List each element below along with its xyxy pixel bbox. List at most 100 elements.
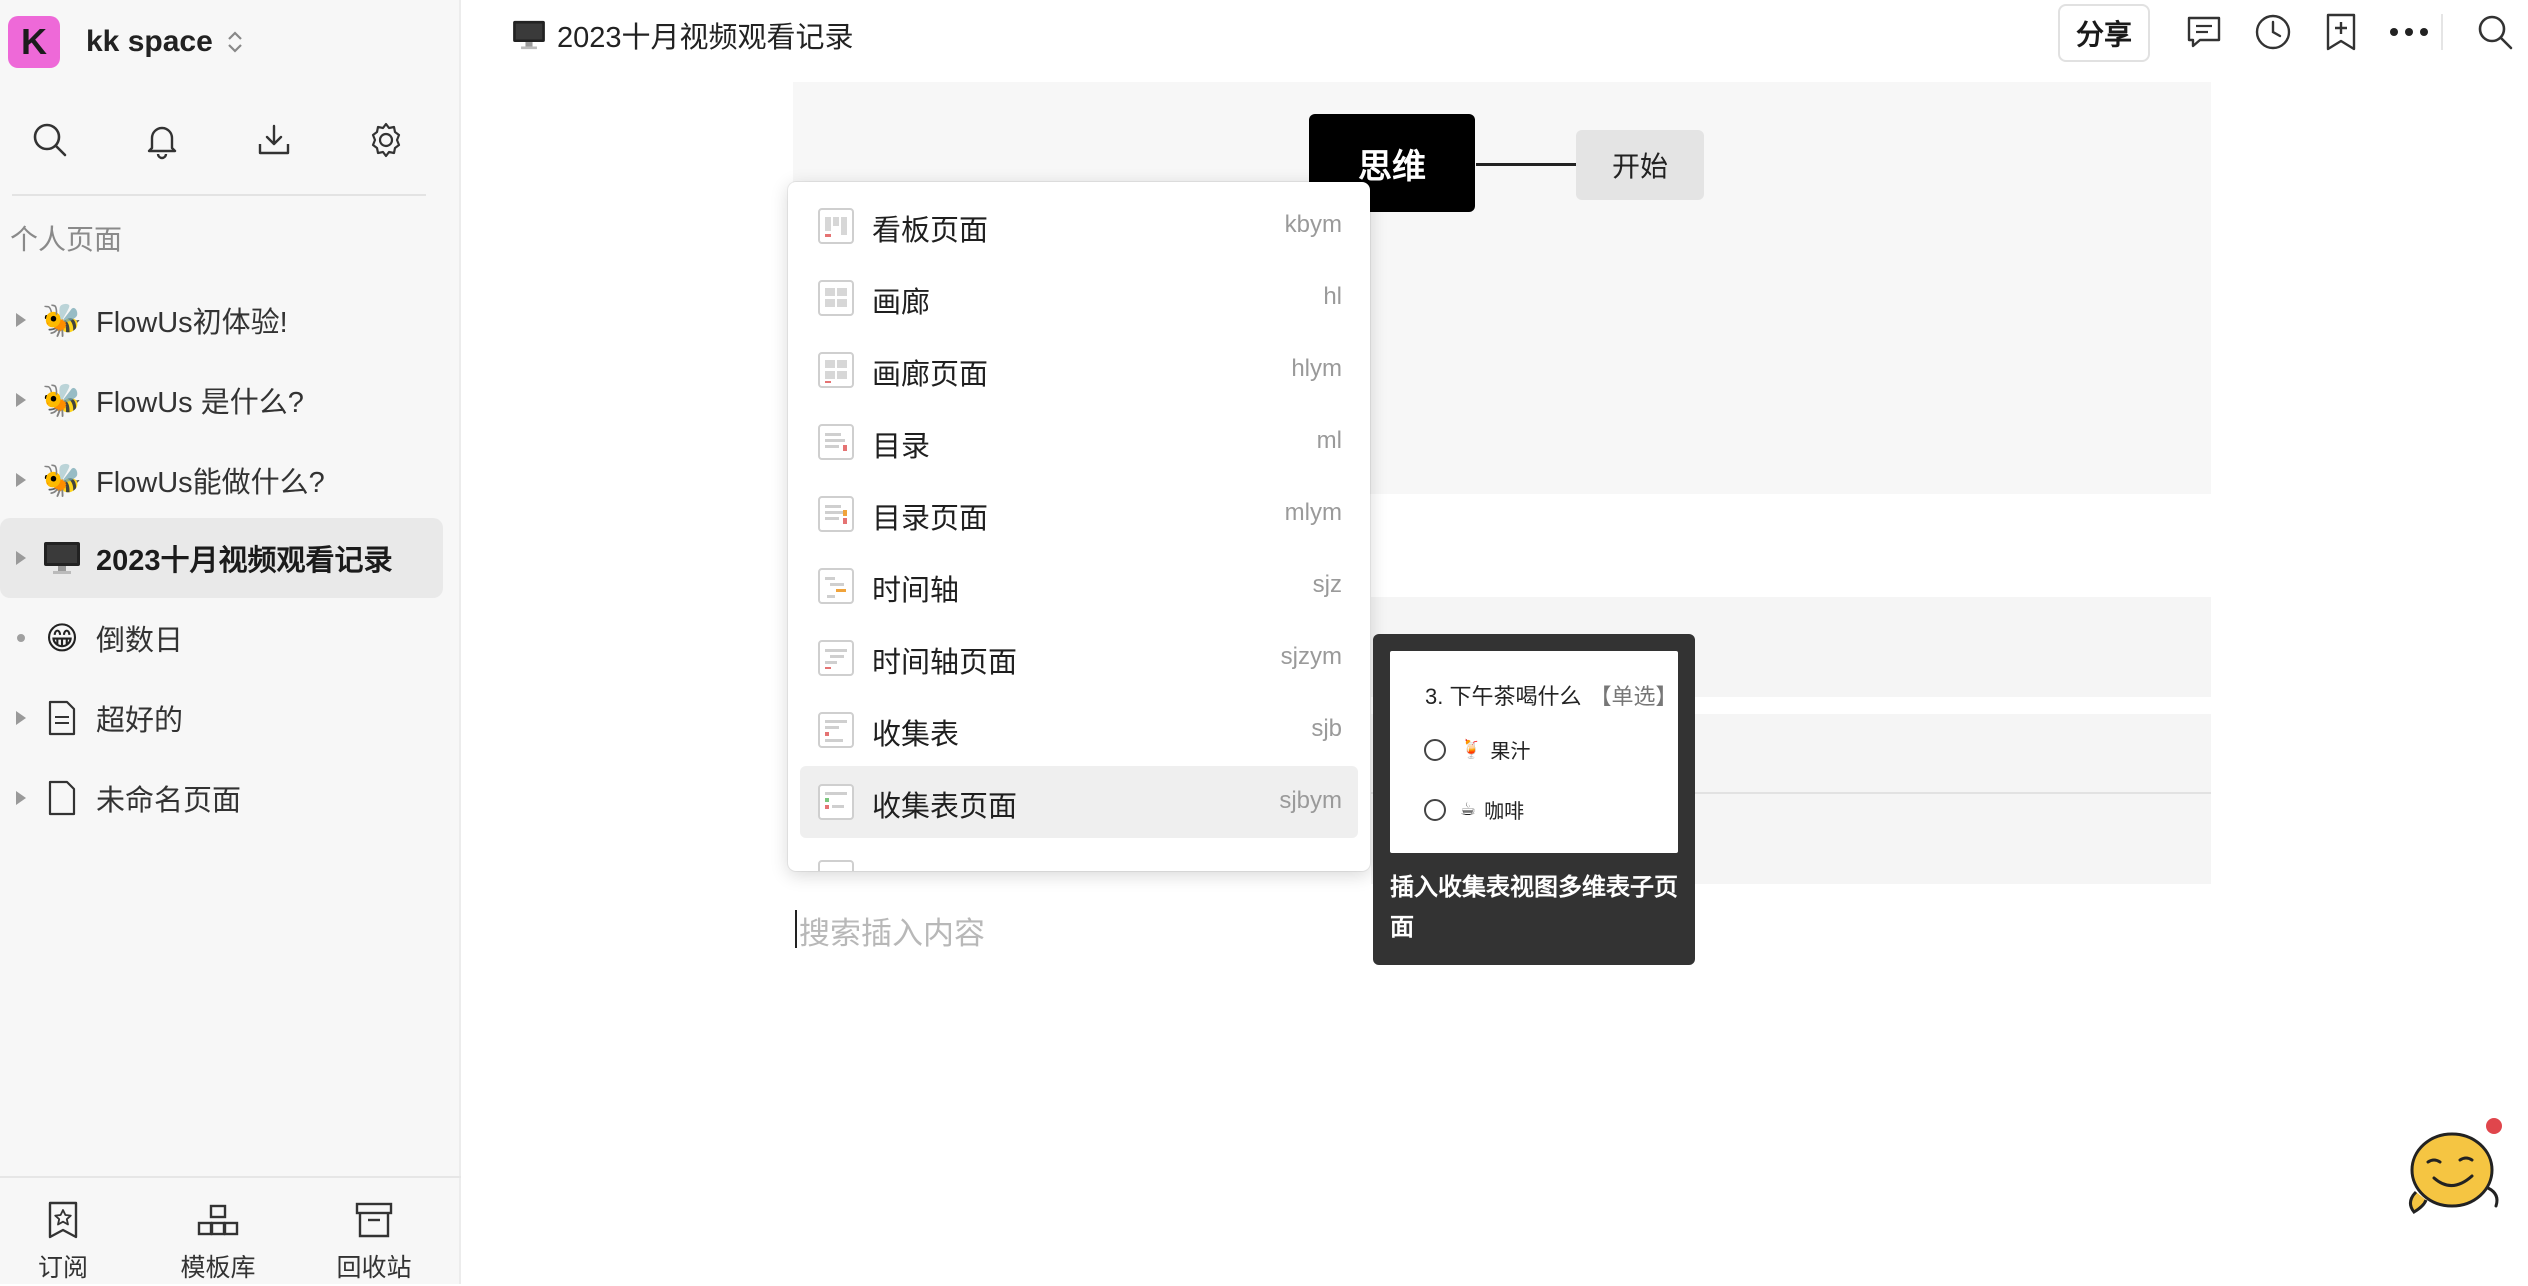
workspace-name: kk space [86,25,213,58]
sidebar-item-label: FlowUs初体验! [96,307,288,339]
expand-arrow-icon[interactable] [16,551,26,565]
menu-item-label: 时间轴 [872,575,960,607]
bell-icon[interactable] [134,112,190,168]
menu-item-gallery-page[interactable]: 画廊页面 hlym [800,334,1358,406]
menu-item-shortcut: hl [1323,283,1342,310]
top-bar: 2023十月视频观看记录 分享 [461,0,2528,68]
bookmark-add-icon[interactable] [2321,12,2361,52]
partial-item-icon [818,860,854,871]
sidebar-item-untitled[interactable]: 未命名页面 [0,758,443,838]
section-title: 个人页面 [10,224,123,255]
menu-item-label: 时间轴页面 [872,647,1018,679]
trash-label: 回收站 [336,1254,412,1282]
sidebar-item-label: FlowUs 是什么? [96,387,304,419]
menu-item-form-page[interactable]: 收集表页面 sjbym [800,766,1358,838]
kanban-page-icon [818,208,854,244]
sidebar-item-video-log[interactable]: 2023十月视频观看记录 [0,518,443,598]
chevron-updown-icon [228,31,242,53]
radio-icon [1424,798,1446,821]
menu-item-shortcut: kbym [1284,211,1342,238]
sidebar-item-label: 倒数日 [96,625,184,657]
history-icon[interactable] [2253,12,2293,52]
more-icon[interactable] [2389,12,2429,52]
text-cursor [795,910,797,948]
menu-item-toc[interactable]: 目录 ml [800,406,1358,478]
toolbar-divider [2441,14,2443,50]
menu-item-preview-tooltip: 3. 下午茶喝什么 【单选】 🍹 果汁 ☕ 咖啡 插入收集表视图多维表子页面 [1373,634,1695,965]
menu-item-label: 收集表 [872,719,960,751]
menu-item-label: 目录页面 [872,503,989,535]
timeline-page-icon [818,640,854,676]
preview-option: 🍹 果汁 [1424,735,1530,764]
expand-arrow-icon[interactable] [16,313,26,327]
menu-item-form[interactable]: 收集表 sjb [800,694,1358,766]
blank-page-icon [42,778,82,818]
sidebar-item-flowus-uses[interactable]: 🐝 FlowUs能做什么? [0,440,443,520]
coffee-icon: ☕ [1460,799,1477,819]
sidebar-item-label: 超好的 [96,705,184,737]
sidebar-item-countdown[interactable]: 😁 倒数日 [0,598,443,678]
option-label: 果汁 [1490,741,1531,763]
mascot-helper-icon[interactable] [2402,1118,2506,1218]
workspace-switcher[interactable]: K kk space [8,16,245,68]
sidebar-item-what-is-flowus[interactable]: 🐝 FlowUs 是什么? [0,360,443,440]
menu-item-toc-page[interactable]: 目录页面 mlym [800,478,1358,550]
toc-page-icon [818,496,854,532]
subscribe-button[interactable]: 订阅 [3,1198,123,1284]
comment-icon[interactable] [2184,12,2224,52]
form-preview-card: 3. 下午茶喝什么 【单选】 🍹 果汁 ☕ 咖啡 [1390,651,1678,853]
bee-icon: 🐝 [42,382,82,418]
mindmap-connector [1476,163,1576,166]
mindmap-child-node[interactable]: 开始 [1576,130,1704,200]
juice-icon: 🍹 [1460,739,1483,759]
menu-item-timeline-page[interactable]: 时间轴页面 sjzym [800,622,1358,694]
gallery-icon [818,280,854,316]
form-page-icon [818,784,854,820]
sidebar-item-great[interactable]: 超好的 [0,678,443,758]
sidebar-bottom-bar: 订阅 模板库 回收站 [0,1176,461,1286]
sidebar-item-label: 未命名页面 [96,785,242,817]
insert-search-input[interactable]: 搜索插入内容 [799,908,985,953]
gear-icon[interactable] [358,112,414,168]
search-icon[interactable] [22,112,78,168]
bee-icon: 🐝 [42,302,82,338]
workspace-avatar: K [8,16,60,68]
menu-item-partial[interactable] [800,842,1358,871]
question-text: 3. 下午茶喝什么 [1425,684,1582,709]
breadcrumb[interactable]: 2023十月视频观看记录 [511,14,854,56]
trash-icon [355,1202,393,1238]
monitor-icon [42,538,82,578]
sidebar-item-flowus-intro[interactable]: 🐝 FlowUs初体验! [0,280,443,360]
menu-item-timeline[interactable]: 时间轴 sjz [800,550,1358,622]
menu-item-shortcut: sjb [1311,715,1342,742]
search-icon[interactable] [2475,12,2515,52]
expand-arrow-icon[interactable] [16,473,26,487]
menu-item-shortcut: sjbym [1279,787,1342,814]
expand-arrow-icon[interactable] [16,791,26,805]
form-icon [818,712,854,748]
download-icon[interactable] [246,112,302,168]
document-icon [42,698,82,738]
page-title: 2023十月视频观看记录 [557,22,854,54]
expand-arrow-icon[interactable] [16,711,26,725]
option-label: 咖啡 [1484,801,1525,823]
sidebar-divider [12,194,426,196]
question-tag: 【单选】 [1589,684,1678,709]
template-library-label: 模板库 [180,1254,256,1282]
radio-icon [1424,738,1446,761]
menu-item-kanban-page[interactable]: 看板页面 kbym [800,190,1358,262]
menu-item-gallery[interactable]: 画廊 hl [800,262,1358,334]
trash-button[interactable]: 回收站 [314,1198,434,1284]
share-button[interactable]: 分享 [2058,4,2150,62]
toc-icon [818,424,854,460]
expand-arrow-icon[interactable] [16,393,26,407]
sidebar: K kk space 个人页面 🐝 FlowUs初体验! 🐝 FlowUs 是什… [0,0,461,1284]
menu-item-label: 画廊 [872,287,931,319]
subscribe-icon [48,1201,78,1239]
template-icon [197,1204,239,1236]
subscribe-label: 订阅 [37,1254,88,1282]
preview-option: ☕ 咖啡 [1424,795,1524,824]
bee-icon: 🐝 [42,462,82,498]
template-library-button[interactable]: 模板库 [158,1198,278,1284]
sidebar-item-label: 2023十月视频观看记录 [96,545,393,577]
